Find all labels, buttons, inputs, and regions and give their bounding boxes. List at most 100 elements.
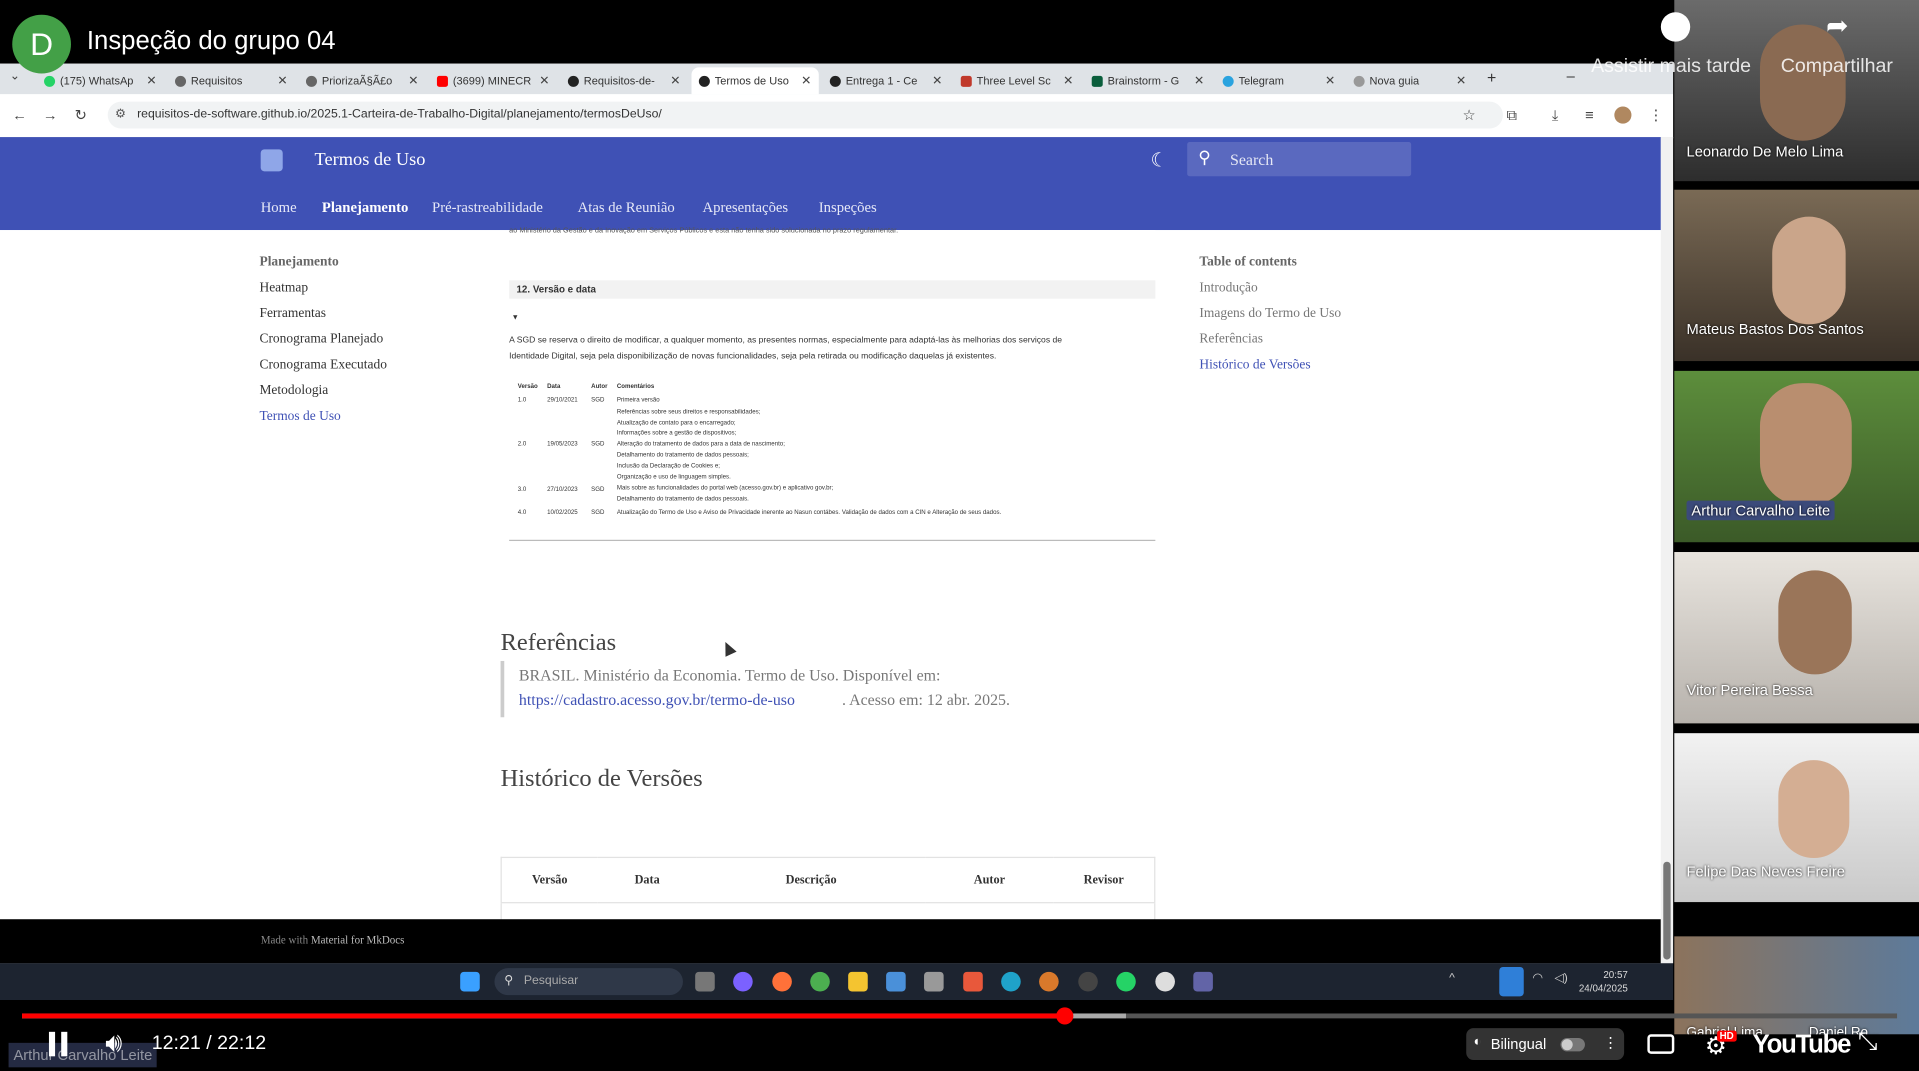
url-field[interactable]: ⚙ requisitos-de-software.github.io/2025.… xyxy=(107,101,1503,129)
sidebar-item-heatmap[interactable]: Heatmap xyxy=(259,280,308,295)
tool-icon[interactable] xyxy=(924,971,944,992)
participant-tile[interactable]: Mateus Bastos Dos Santos xyxy=(1674,189,1919,362)
doc-top-line: ao Ministério da Gestão e da Inovação em… xyxy=(509,227,899,236)
more-options-icon[interactable]: ⋮ xyxy=(1603,1034,1618,1051)
doc-cell: Primeira versão xyxy=(616,396,660,404)
share-icon: ➦ xyxy=(1826,9,1849,41)
nav-inspecoes[interactable]: Inspeções xyxy=(819,198,877,216)
participant-tile[interactable]: Felipe Das Neves Freire xyxy=(1674,733,1919,903)
edge-icon[interactable] xyxy=(1001,971,1021,992)
site-logo-icon[interactable] xyxy=(260,149,283,172)
sidebar-item-metodologia[interactable]: Metodologia xyxy=(259,383,328,398)
search-input[interactable] xyxy=(1227,148,1404,173)
close-tab-icon[interactable]: ✕ xyxy=(1063,74,1073,87)
microphone-icon[interactable] xyxy=(1499,966,1524,997)
bilingual-subtitle-toggle[interactable]: ◐ Bilingual ⋮ xyxy=(1466,1028,1625,1060)
forward-icon[interactable]: → xyxy=(43,106,58,123)
sidebar-item-ferramentas[interactable]: Ferramentas xyxy=(259,306,326,321)
download-icon[interactable]: ⤓ xyxy=(1552,106,1559,124)
copilot-icon[interactable] xyxy=(733,971,753,992)
search-icon: ⚲ xyxy=(1198,146,1211,167)
doc-cell: Atualização de contato para o encarregad… xyxy=(616,419,736,428)
page-scrollbar[interactable] xyxy=(1660,137,1674,964)
sidebar-item-termos-de-uso[interactable]: Termos de Uso xyxy=(259,409,340,424)
reference-link[interactable]: https://cadastro.acesso.gov.br/termo-de-… xyxy=(519,690,795,710)
site-search[interactable]: ⚲ xyxy=(1187,141,1412,177)
settings-icon[interactable] xyxy=(886,971,906,992)
messenger-icon[interactable] xyxy=(1155,971,1175,992)
close-tab-icon[interactable]: ✕ xyxy=(1456,74,1466,87)
volume-icon[interactable]: 🔊︎ xyxy=(105,1027,122,1059)
taskbar-search[interactable]: ⚲ Pesquisar xyxy=(494,968,683,996)
bookmark-star-icon[interactable]: ☆ xyxy=(1463,106,1476,123)
doc-cell: Informações sobre a gestão de dispositiv… xyxy=(616,429,737,437)
github-icon xyxy=(829,75,841,87)
close-tab-icon[interactable]: ✕ xyxy=(801,74,811,87)
firefox-icon[interactable] xyxy=(772,971,792,992)
sidebar-item-cronograma-executado[interactable]: Cronograma Executado xyxy=(259,357,386,372)
participant-video xyxy=(1759,383,1852,506)
wifi-icon[interactable]: ◠ xyxy=(1532,972,1543,985)
participant-name: Vitor Pereira Bessa xyxy=(1686,681,1813,699)
doc-bullet: ▼ xyxy=(511,314,519,322)
toc-item-referencias[interactable]: Referências xyxy=(1199,332,1263,347)
reload-icon[interactable]: ↻ xyxy=(75,106,87,123)
toggle-switch[interactable] xyxy=(1560,1037,1585,1052)
close-tab-icon[interactable]: ✕ xyxy=(277,74,287,87)
close-tab-icon[interactable]: ✕ xyxy=(670,74,680,87)
scrollbar-thumb[interactable] xyxy=(1663,861,1671,960)
dark-mode-toggle-icon[interactable]: ☾ xyxy=(1150,148,1168,172)
site-info-icon[interactable]: ⚙ xyxy=(115,102,126,129)
nav-apresentacoes[interactable]: Apresentações xyxy=(703,198,789,216)
task-view-icon[interactable] xyxy=(695,971,715,992)
youtube-logo[interactable]: YouTube xyxy=(1753,1031,1852,1060)
nav-planejamento[interactable]: Planejamento xyxy=(322,198,408,216)
file-explorer-icon[interactable] xyxy=(848,971,868,992)
footer-link[interactable]: Material for MkDocs xyxy=(311,934,405,946)
doc-section-title: 12. Versão e data xyxy=(516,283,596,295)
participant-video xyxy=(1772,216,1846,325)
channel-avatar[interactable]: D xyxy=(12,14,71,74)
git-icon[interactable] xyxy=(963,971,983,992)
teams-icon[interactable] xyxy=(1193,971,1213,992)
obs-icon[interactable] xyxy=(1078,971,1098,992)
participant-tile[interactable]: Arthur Carvalho Leite xyxy=(1674,370,1919,543)
nav-pre-rastreabilidade[interactable]: Pré-rastreabilidade xyxy=(432,198,543,216)
nav-home[interactable]: Home xyxy=(261,198,297,216)
volume-icon[interactable]: ◁) xyxy=(1554,972,1568,985)
captions-icon[interactable] xyxy=(1647,1034,1675,1054)
close-tab-icon[interactable]: ✕ xyxy=(1325,74,1335,87)
share-button[interactable]: ➦ Compartilhar xyxy=(1777,9,1912,85)
participant-tile[interactable]: Vitor Pereira Bessa xyxy=(1674,552,1919,724)
windows-start-icon[interactable] xyxy=(460,971,480,992)
close-tab-icon[interactable]: ✕ xyxy=(932,74,942,87)
close-tab-icon[interactable]: ✕ xyxy=(539,74,549,87)
toc-item-introducao[interactable]: Introdução xyxy=(1199,280,1257,295)
sidebar-item-cronograma-planejado[interactable]: Cronograma Planejado xyxy=(259,332,383,347)
app-icon[interactable] xyxy=(1039,971,1059,992)
nav-atas-de-reuniao[interactable]: Atas de Reunião xyxy=(578,198,675,216)
pause-icon[interactable] xyxy=(47,1031,71,1057)
tray-chevron-icon[interactable]: ^ xyxy=(1449,972,1455,985)
chrome-icon[interactable] xyxy=(810,971,830,992)
watch-later-button[interactable]: Assistir mais tarde xyxy=(1591,12,1762,85)
extensions-icon[interactable]: ⧉ xyxy=(1507,106,1517,124)
taskbar-clock[interactable]: 20:57 24/04/2025 xyxy=(1579,968,1628,995)
references-blockquote: BRASIL. Ministério da Economia. Termo de… xyxy=(500,660,1166,718)
profile-avatar[interactable] xyxy=(1614,106,1632,124)
participant-tile[interactable]: Gabriel Lima Daniel Ro... xyxy=(1674,936,1919,1035)
media-icon[interactable]: ≡ xyxy=(1585,106,1594,123)
exit-fullscreen-icon[interactable]: ⤡ xyxy=(1858,1028,1878,1056)
menu-kebab-icon[interactable]: ⋮ xyxy=(1649,106,1664,123)
close-tab-icon[interactable]: ✕ xyxy=(146,74,156,87)
back-icon[interactable]: ← xyxy=(12,106,27,123)
references-heading: Referências xyxy=(500,629,617,657)
toc-item-imagens[interactable]: Imagens do Termo de Uso xyxy=(1199,306,1341,321)
doc-bottom-rule xyxy=(509,539,1156,542)
video-title[interactable]: Inspeção do grupo 04 xyxy=(87,27,336,56)
close-tab-icon[interactable]: ✕ xyxy=(1194,74,1204,87)
progress-scrubber[interactable] xyxy=(1055,1007,1074,1025)
toc-item-historico[interactable]: Histórico de Versões xyxy=(1199,357,1310,372)
whatsapp-icon[interactable] xyxy=(1116,971,1136,992)
close-tab-icon[interactable]: ✕ xyxy=(408,74,418,87)
